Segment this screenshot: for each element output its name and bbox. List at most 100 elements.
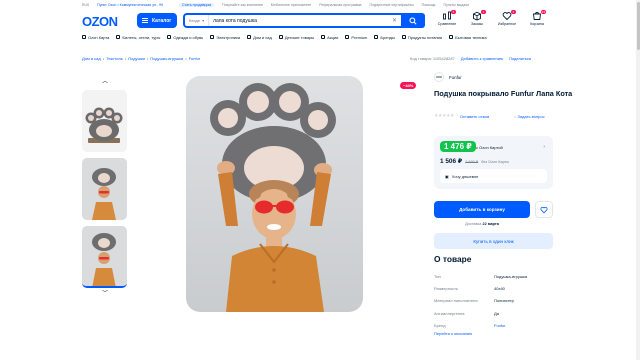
top-link[interactable]: Помощь xyxy=(422,3,436,7)
main-product-image[interactable] xyxy=(186,76,363,312)
specs-list: Тип Подушка-игрушка Размерность 40х40 Мате… xyxy=(434,270,554,332)
become-seller-link[interactable]: Стать продавцом xyxy=(179,2,215,7)
tag-icon xyxy=(374,35,379,39)
breadcrumb-separator: • xyxy=(102,56,105,61)
category-link[interactable]: Электроника xyxy=(210,35,240,40)
breadcrumb-link[interactable]: Подушки-игрушки xyxy=(150,56,183,61)
grocery-icon xyxy=(401,35,406,39)
category-link[interactable]: Дом и сад xyxy=(247,35,272,40)
category-link[interactable]: Продукты питания xyxy=(401,35,442,40)
category-link[interactable]: Бытовая техника xyxy=(449,35,487,40)
chevron-down-icon[interactable]: ﹀ xyxy=(82,288,128,297)
thumbnail-child-bottom[interactable] xyxy=(82,226,127,288)
top-links: Покупайте как компания Мобильное приложе… xyxy=(222,3,469,7)
delivery-date: 22 марта xyxy=(482,222,499,226)
pickup-location-link[interactable]: Пункт Ozon • Коммунистическая ул., 99 xyxy=(97,3,163,7)
breadcrumb-link[interactable]: Подушки xyxy=(128,56,145,61)
one-click-buy-button[interactable]: Купить в один клик xyxy=(434,233,553,249)
cart-label: Корзина xyxy=(530,22,544,26)
add-to-compare-link[interactable]: Добавить к сравнению xyxy=(461,56,503,61)
rating-row: ★★★★★ Оставить отзыв ◌ Задать вопрос xyxy=(434,113,545,119)
category-link[interactable]: Акции xyxy=(321,35,338,40)
compare-label: Сравнение xyxy=(437,22,457,26)
regular-price-row: 1 506 ₽ 2 690 ₽ без Ozon Карты xyxy=(440,157,509,165)
category-link[interactable]: Ozon Карта xyxy=(82,35,109,40)
share-link[interactable]: Поделиться xyxy=(509,56,531,61)
search-category-select[interactable]: Везде ▾ xyxy=(185,15,210,26)
rating-stars: ★★★★★ xyxy=(434,113,454,119)
breadcrumb-separator: • xyxy=(146,56,149,61)
category-link[interactable]: Одежда и обувь xyxy=(167,35,203,40)
breadcrumb-link[interactable]: Funfur xyxy=(189,56,201,61)
about-heading: О товаре xyxy=(434,254,472,264)
menu-icon xyxy=(142,18,148,23)
product-title: Подушка покрывало Funfur Лапа Кота xyxy=(434,89,573,98)
top-link[interactable]: Мобильное приложение xyxy=(271,3,312,7)
add-to-cart-button[interactable]: Добавить в корзину xyxy=(434,201,530,218)
add-to-favorites-button[interactable] xyxy=(535,201,553,218)
breadcrumb-link[interactable]: Текстиль xyxy=(106,56,123,61)
category-link[interactable]: Детские товары xyxy=(278,35,314,40)
top-link[interactable]: Покупайте как компания xyxy=(222,3,263,7)
spec-key: Бренд xyxy=(434,323,446,329)
scrollbar-thumb[interactable] xyxy=(636,2,640,50)
breadcrumb-separator: • xyxy=(185,56,187,61)
discount-badge: −44% xyxy=(400,82,417,89)
ask-question-link[interactable]: ◌ Задать вопрос xyxy=(514,114,545,119)
orders-action[interactable]: 1 Заказы xyxy=(465,10,489,26)
spec-key: Тип xyxy=(434,273,441,279)
plane-icon xyxy=(116,35,121,39)
chevron-right-icon[interactable]: › xyxy=(543,144,545,150)
child-thumbnail-image xyxy=(82,158,127,220)
compare-action[interactable]: 5 Сравнение xyxy=(435,10,459,26)
price-box: 1 476 ₽ с Ozon Картой › 1 506 ₽ 2 690 ₽ … xyxy=(434,136,553,189)
child-thumbnail-image xyxy=(82,226,127,286)
breadcrumb-separator: • xyxy=(124,56,127,61)
top-link[interactable]: Подарочные сертификаты xyxy=(370,3,414,7)
leave-review-link[interactable]: Оставить отзыв xyxy=(460,114,489,119)
go-to-description-link[interactable]: Перейти к описанию xyxy=(434,331,472,336)
old-price: 2 690 ₽ xyxy=(465,160,479,164)
regular-price-note: без Ozon Карты xyxy=(481,160,510,164)
thumbnail-child-top[interactable] xyxy=(82,158,127,220)
orders-label: Заказы xyxy=(470,22,483,26)
search-category-label: Везде xyxy=(189,18,201,23)
category-link[interactable]: Бренды xyxy=(374,35,395,40)
top-link[interactable]: Пункты выдачи xyxy=(444,3,470,7)
category-link[interactable]: Premium xyxy=(345,35,367,40)
top-link[interactable]: Реферальная программа xyxy=(319,3,361,7)
brand-row[interactable]: Funfur xyxy=(434,72,462,82)
breadcrumb-link[interactable]: Дом и сад xyxy=(82,56,101,61)
thumbnail-pillow[interactable] xyxy=(82,90,127,152)
orders-count: 1 xyxy=(481,10,486,14)
search-icon xyxy=(409,16,417,25)
search-input[interactable] xyxy=(209,17,388,24)
catalog-button[interactable]: Каталог xyxy=(137,13,177,28)
article-row: Код товара: 1105428287 Добавить к сравне… xyxy=(410,56,531,61)
favorites-action[interactable]: 4 Избранное xyxy=(495,10,519,26)
chevron-up-icon[interactable]: ︿ xyxy=(82,76,128,85)
page-scrollbar[interactable] xyxy=(636,0,640,360)
search-button[interactable] xyxy=(401,13,425,28)
laptop-icon xyxy=(210,35,215,39)
cart-count: 23 xyxy=(540,10,546,14)
search-bar: Везде ▾ ✕ xyxy=(183,13,425,28)
spec-row: Размерность 40х40 xyxy=(434,282,554,294)
category-link[interactable]: Билеты, отели, туры xyxy=(116,35,160,40)
brand-mark xyxy=(436,76,442,78)
delivery-info: Доставка 22 марта xyxy=(434,222,530,226)
spec-key: Антиаллергенна xyxy=(434,310,465,316)
want-cheaper-button[interactable]: ▣ Хочу дешевле xyxy=(440,169,547,183)
card-price: 1 476 ₽ xyxy=(440,141,476,152)
card-icon xyxy=(82,35,86,39)
ozon-logo[interactable]: OZON xyxy=(82,14,118,29)
clear-icon[interactable]: ✕ xyxy=(388,17,401,24)
cart-action[interactable]: 23 Корзина xyxy=(525,10,549,26)
product-code[interactable]: Код товара: 1105428287 xyxy=(410,56,455,61)
breadcrumb: Дом и сад • Текстиль • Подушки • Подушки-иг… xyxy=(82,56,200,61)
brand-name[interactable]: Funfur xyxy=(449,75,462,80)
percent-icon xyxy=(321,35,326,39)
spec-value-brand-link[interactable]: Funfur xyxy=(494,323,506,328)
price-tag-icon: ▣ xyxy=(445,173,449,179)
chevron-down-icon: ▾ xyxy=(202,18,205,23)
